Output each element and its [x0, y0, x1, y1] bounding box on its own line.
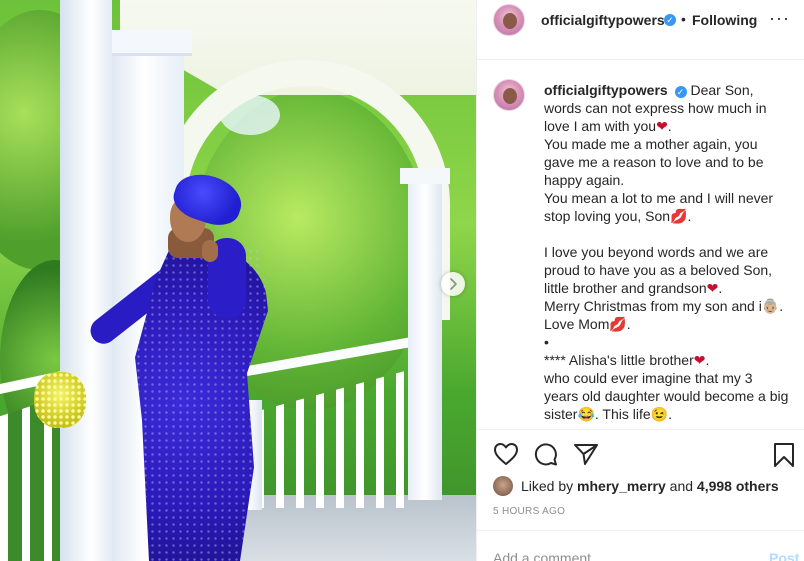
liker-avatar[interactable] — [493, 476, 513, 496]
verified-badge-icon: ✓ — [664, 14, 676, 26]
share-icon — [574, 444, 598, 465]
post-comment-button[interactable]: Post — [769, 550, 799, 561]
separator-dot: • — [681, 11, 686, 27]
liker-username[interactable]: mhery_merry — [577, 478, 666, 494]
heart-emoji: ❤ — [706, 280, 719, 296]
caption-text: officialgiftypowers ✓ Dear Son, words ca… — [544, 81, 790, 423]
grandma-emoji: 👵🏼 — [761, 298, 780, 314]
caption-line-1: officialgiftypowers ✓ Dear Son, words ca… — [544, 82, 767, 134]
others-count[interactable]: 4,998 others — [697, 478, 779, 494]
following-button[interactable]: Following — [692, 12, 757, 28]
chevron-right-icon — [450, 278, 457, 290]
share-button[interactable] — [573, 442, 599, 471]
figure-hand — [202, 240, 218, 262]
caption-line-8: **** Alisha's little brother❤. — [544, 352, 710, 368]
caption-line-9: who could ever imagine that my 3 years o… — [544, 370, 789, 422]
bouquet-flowers — [34, 372, 86, 428]
post-header: officialgiftypowers ✓ • Following ··· — [477, 0, 804, 60]
post-panel: officialgiftypowers ✓ • Following ··· of… — [476, 0, 804, 561]
bookmark-icon — [774, 443, 794, 467]
caption-line-7: • — [544, 334, 549, 350]
caption-area: officialgiftypowers ✓ Dear Son, words ca… — [477, 61, 804, 429]
grin-emoji: 😂 — [577, 406, 595, 422]
pillar-left-cap — [104, 30, 192, 56]
author-username[interactable]: officialgiftypowers — [541, 12, 665, 28]
caption-line-5: Merry Christmas from my son and i👵🏼. — [544, 298, 784, 314]
caption-username[interactable]: officialgiftypowers — [544, 82, 668, 98]
comment-button[interactable] — [533, 442, 559, 471]
post-timestamp[interactable]: 5 hours ago — [493, 506, 565, 517]
more-icon[interactable]: ··· — [769, 8, 790, 29]
heart-icon — [494, 443, 518, 465]
heart-emoji: ❤ — [656, 118, 668, 134]
verified-badge-icon: ✓ — [674, 86, 687, 98]
caption-line-2: You made me a mother again, you gave me … — [544, 136, 764, 188]
and-text: and — [669, 478, 694, 494]
lips-emoji: 💋 — [670, 208, 688, 224]
comment-input[interactable] — [493, 550, 733, 561]
heart-emoji: ❤ — [693, 352, 706, 368]
liked-by-prefix: Liked by — [521, 478, 574, 494]
front-post — [60, 0, 112, 561]
save-button[interactable] — [773, 442, 795, 473]
caption-line-3: You mean a lot to me and I will never st… — [544, 190, 774, 224]
post-photo[interactable] — [0, 0, 476, 561]
comment-icon — [534, 443, 557, 466]
next-photo-button[interactable] — [441, 272, 465, 296]
lips-emoji: 💋 — [609, 316, 627, 332]
likes-summary: Liked by mhery_merry and 4,998 others — [493, 476, 779, 496]
pillar-right — [408, 170, 442, 500]
author-avatar[interactable] — [493, 4, 525, 36]
action-bar — [477, 429, 804, 479]
comment-box: Post — [477, 530, 804, 561]
caption-avatar[interactable] — [493, 79, 525, 111]
wink-emoji: 😉 — [650, 406, 669, 422]
pillar-right-cap — [400, 168, 450, 184]
caption-line-6: Love Mom💋. — [544, 316, 631, 332]
caption-line-4: I love you beyond words and we are proud… — [544, 244, 773, 296]
like-button[interactable] — [493, 442, 519, 471]
